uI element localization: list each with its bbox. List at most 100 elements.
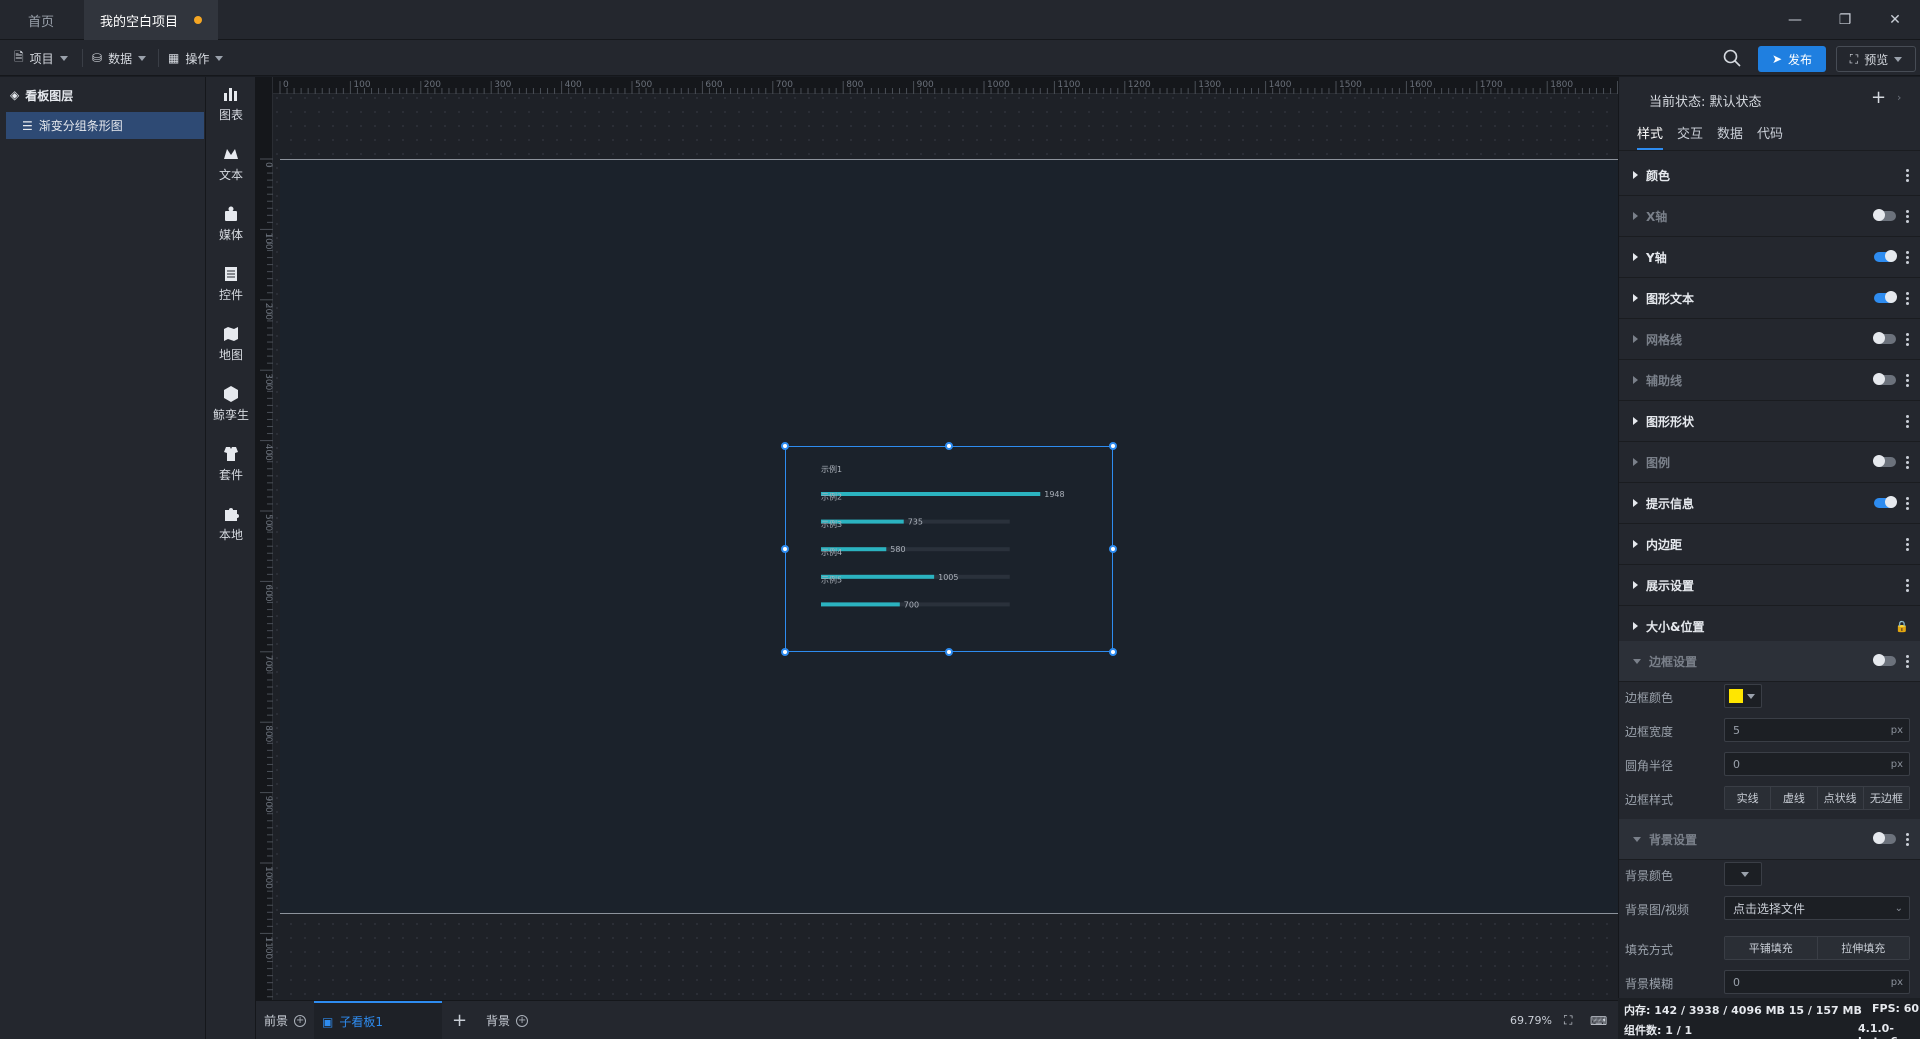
zoom-level[interactable]: 69.79% — [1510, 1001, 1552, 1039]
tab-project[interactable]: 我的空白项目 — [84, 0, 219, 40]
rail-item-widget[interactable]: 控件 — [206, 259, 256, 309]
menu-data[interactable]: ⛁ 数据 — [92, 40, 147, 76]
selection-box[interactable] — [785, 446, 1113, 652]
border-width-input[interactable]: 5 px — [1724, 718, 1910, 742]
layer-item[interactable]: ☰ 渐变分组条形图 — [6, 112, 204, 139]
lock-icon[interactable]: 🔒 — [1895, 620, 1909, 633]
resize-handle[interactable] — [1109, 442, 1117, 450]
section-row[interactable]: 展示设置 — [1619, 565, 1920, 606]
plus-icon: + — [1871, 87, 1887, 108]
tab-style[interactable]: 样式 — [1637, 123, 1664, 150]
section-border[interactable]: 边框设置 — [1619, 641, 1920, 682]
resize-handle[interactable] — [781, 545, 789, 553]
rail-item-kit[interactable]: 套件 — [206, 439, 256, 489]
section-row[interactable]: 内边距 — [1619, 524, 1920, 565]
restore-icon: ❐ — [1838, 12, 1852, 28]
section-row[interactable]: 图形文本 — [1619, 278, 1920, 319]
restore-button[interactable]: ❐ — [1821, 0, 1869, 40]
more-icon[interactable] — [1906, 291, 1909, 305]
layer-panel-header: ◈ 看板图层 — [10, 85, 73, 105]
section-toggle[interactable] — [1873, 832, 1896, 844]
tab-data[interactable]: 数据 — [1717, 123, 1743, 142]
menu-project[interactable]: 🗎 项目 — [14, 40, 68, 76]
tab-background[interactable]: 背景 + — [486, 1001, 529, 1039]
section-toggle[interactable] — [1874, 250, 1897, 262]
more-icon[interactable] — [1906, 654, 1909, 668]
more-icon[interactable] — [1906, 250, 1909, 264]
tab-code[interactable]: 代码 — [1757, 123, 1783, 142]
section-toggle[interactable] — [1873, 373, 1896, 385]
more-icon[interactable] — [1906, 496, 1909, 510]
section-row[interactable]: Y轴 — [1619, 237, 1920, 278]
more-icon[interactable] — [1906, 373, 1909, 387]
layer-item-label: 渐变分组条形图 — [38, 119, 123, 133]
section-toggle[interactable] — [1873, 455, 1896, 467]
rail-item-twin[interactable]: 鲸孪生 — [206, 379, 256, 429]
more-icon[interactable] — [1906, 209, 1909, 223]
expand-button[interactable]: › — [1897, 91, 1901, 104]
resize-handle[interactable] — [945, 648, 953, 656]
section-row[interactable]: 辅助线 — [1619, 360, 1920, 401]
rail-item-map[interactable]: 地图 — [206, 319, 256, 369]
fit-screen-button[interactable]: ⛶ — [1564, 1001, 1572, 1039]
rail-item-local[interactable]: 本地 — [206, 499, 256, 549]
publish-button[interactable]: ➤ 发布 — [1758, 46, 1826, 72]
minimize-button[interactable]: — — [1771, 0, 1819, 40]
resize-handle[interactable] — [1109, 545, 1117, 553]
resize-handle[interactable] — [781, 648, 789, 656]
section-toggle[interactable] — [1874, 291, 1897, 303]
state-value[interactable]: 默认状态 — [1710, 95, 1762, 110]
search-button[interactable] — [1722, 48, 1742, 68]
border-style-dashed[interactable]: 虚线 — [1771, 787, 1818, 809]
fill-mode-tile[interactable]: 平铺填充 — [1725, 937, 1818, 959]
section-label: 提示信息 — [1646, 496, 1695, 511]
section-row[interactable]: 图例 — [1619, 442, 1920, 483]
section-toggle[interactable] — [1874, 496, 1897, 508]
more-icon[interactable] — [1906, 832, 1909, 846]
border-radius-input[interactable]: 0 px — [1724, 752, 1910, 776]
tab-sub-board[interactable]: ▣ 子看板1 — [314, 1001, 442, 1039]
background-blur-input[interactable]: 0 px — [1724, 970, 1910, 994]
add-state-button[interactable]: + — [1871, 87, 1886, 108]
section-toggle[interactable] — [1873, 209, 1896, 221]
section-row[interactable]: 网格线 — [1619, 319, 1920, 360]
border-style-dotted[interactable]: 点状线 — [1817, 787, 1864, 809]
rail-item-media[interactable]: 媒体 — [206, 199, 256, 249]
section-row[interactable]: X轴 — [1619, 196, 1920, 237]
add-circle-icon[interactable]: + — [516, 1014, 529, 1027]
menu-operate[interactable]: ▦ 操作 — [168, 40, 224, 76]
more-icon[interactable] — [1906, 455, 1909, 469]
rail-item-chart[interactable]: 图表 — [206, 79, 256, 129]
state-label: 当前状态: — [1649, 95, 1706, 110]
resize-handle[interactable] — [781, 442, 789, 450]
section-background[interactable]: 背景设置 — [1619, 819, 1920, 860]
rail-item-label: 套件 — [218, 468, 243, 482]
section-row[interactable]: 图形形状 — [1619, 401, 1920, 442]
background-color-picker[interactable] — [1724, 862, 1762, 886]
more-icon[interactable] — [1906, 168, 1909, 182]
tab-interaction[interactable]: 交互 — [1677, 123, 1703, 142]
add-board-button[interactable]: + — [452, 1001, 467, 1039]
border-color-picker[interactable] — [1724, 684, 1762, 708]
section-row[interactable]: 颜色 — [1619, 155, 1920, 196]
more-icon[interactable] — [1906, 332, 1909, 346]
resize-handle[interactable] — [945, 442, 953, 450]
section-toggle[interactable] — [1873, 654, 1896, 666]
section-row[interactable]: 提示信息 — [1619, 483, 1920, 524]
tab-foreground[interactable]: 前景 + — [264, 1001, 307, 1039]
more-icon[interactable] — [1906, 578, 1909, 592]
background-media-select[interactable]: 点击选择文件 ⌄ — [1724, 896, 1910, 920]
more-icon[interactable] — [1906, 537, 1909, 551]
tab-home[interactable]: 首页 — [12, 0, 70, 40]
add-circle-icon[interactable]: + — [294, 1014, 307, 1027]
more-icon[interactable] — [1906, 414, 1909, 428]
preview-button[interactable]: ⛶ 预览 — [1836, 46, 1916, 72]
resize-handle[interactable] — [1109, 648, 1117, 656]
close-button[interactable]: ✕ — [1871, 0, 1919, 40]
keyboard-button[interactable]: ⌨ — [1590, 1001, 1607, 1039]
rail-item-text[interactable]: 文本 — [206, 139, 256, 189]
fill-mode-stretch[interactable]: 拉伸填充 — [1817, 937, 1909, 959]
section-toggle[interactable] — [1873, 332, 1896, 344]
border-style-solid[interactable]: 实线 — [1725, 787, 1772, 809]
border-style-none[interactable]: 无边框 — [1863, 787, 1909, 809]
